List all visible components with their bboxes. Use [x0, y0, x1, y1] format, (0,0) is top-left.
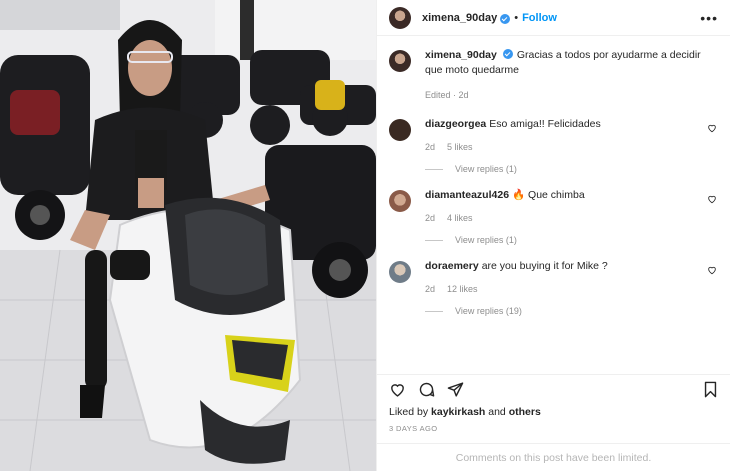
author-avatar[interactable]: [389, 50, 411, 72]
comment-likes[interactable]: 5 likes: [447, 142, 473, 152]
comments-list[interactable]: ximena_90day Gracias a todos por ayudarme…: [377, 36, 730, 374]
comment-text: Eso amiga!! Felicidades: [489, 118, 601, 130]
comment: diamanteazul426 🔥 Que chimba 2d 4 likes Vi…: [389, 188, 718, 245]
caption-edited-meta: Edited · 2d: [425, 90, 469, 100]
verified-badge-icon: [500, 13, 511, 24]
like-comment-heart-icon[interactable]: [706, 194, 718, 204]
comment-username[interactable]: diazgeorgea: [425, 118, 486, 130]
follow-button[interactable]: Follow: [522, 12, 557, 24]
caption: ximena_90day Gracias a todos por ayudarme…: [389, 48, 718, 103]
post-side-panel: ximena_90day • Follow ••• ximena_90day Gr…: [376, 0, 730, 471]
comment: diazgeorgea Eso amiga!! Felicidades 2d 5 l…: [389, 117, 718, 174]
liked-by-user-link[interactable]: kaykirkash: [431, 406, 485, 418]
comment-username[interactable]: diamanteazul426: [425, 189, 509, 201]
like-comment-heart-icon[interactable]: [706, 265, 718, 275]
view-replies-link[interactable]: View replies (19): [425, 306, 718, 316]
commenter-avatar[interactable]: [389, 190, 411, 212]
comment-text: are you buying it for Mike ?: [481, 260, 608, 272]
like-comment-heart-icon[interactable]: [706, 123, 718, 133]
liked-by-label: Liked by: [389, 406, 429, 418]
separator-dot: •: [514, 11, 519, 24]
instagram-post-view: ximena_90day • Follow ••• ximena_90day Gr…: [0, 0, 730, 471]
liked-by-summary: Liked by kaykirkash and others: [377, 404, 730, 418]
comment-text: Que chimba: [528, 189, 585, 201]
comments-limited-notice: Comments on this post have been limited.: [377, 443, 730, 471]
commenter-avatar[interactable]: [389, 119, 411, 141]
like-heart-icon[interactable]: [389, 381, 406, 398]
comment-likes[interactable]: 4 likes: [447, 213, 473, 223]
comment-bubble-icon[interactable]: [418, 381, 435, 398]
view-replies-link[interactable]: View replies (1): [425, 235, 718, 245]
caption-username[interactable]: ximena_90day: [425, 49, 497, 61]
post-header: ximena_90day • Follow •••: [377, 0, 730, 36]
post-actions-bar: [377, 374, 730, 404]
liked-by-others-link[interactable]: others: [509, 406, 541, 418]
liked-by-and: and: [488, 406, 506, 418]
author-username[interactable]: ximena_90day: [422, 12, 497, 24]
comment: doraemery are you buying it for Mike ? 2d…: [389, 259, 718, 316]
comment-age: 2d: [425, 284, 436, 294]
verified-badge-icon: [502, 49, 513, 59]
view-replies-link[interactable]: View replies (1): [425, 164, 718, 174]
comment-username[interactable]: doraemery: [425, 260, 479, 272]
post-timestamp[interactable]: 3 DAYS AGO: [377, 418, 730, 443]
commenter-avatar[interactable]: [389, 261, 411, 283]
author-avatar[interactable]: [389, 6, 411, 29]
more-options-icon[interactable]: •••: [700, 10, 718, 26]
share-paper-plane-icon[interactable]: [447, 381, 464, 398]
comment-likes[interactable]: 12 likes: [447, 284, 478, 294]
save-bookmark-icon[interactable]: [703, 381, 718, 398]
comment-age: 2d: [425, 213, 436, 223]
motorcycle-showroom-image: [0, 0, 376, 471]
post-photo[interactable]: [0, 0, 376, 471]
fire-emoji: 🔥: [512, 189, 526, 201]
comment-age: 2d: [425, 142, 436, 152]
